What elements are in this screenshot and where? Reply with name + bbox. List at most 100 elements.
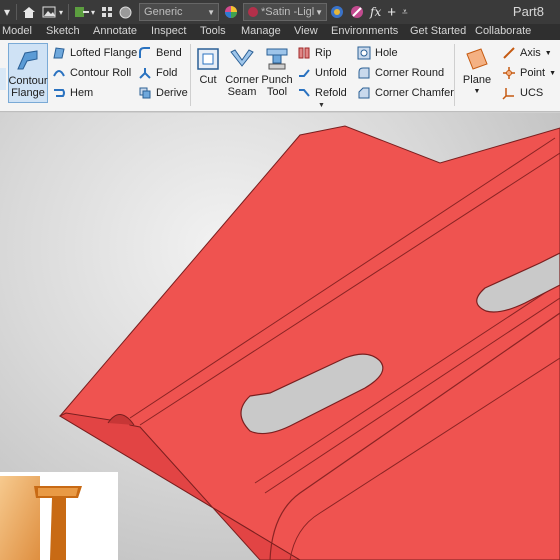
corner-chamfer-icon	[358, 87, 370, 99]
lofted-flange-button[interactable]: Lofted Flange	[52, 46, 137, 60]
punch-tool-label-2: Tool	[266, 86, 288, 98]
globe-icon[interactable]	[116, 2, 135, 22]
fx-label: fx	[370, 5, 382, 19]
fold-button[interactable]: Fold	[138, 66, 177, 80]
corner-seam-label-1: Corner	[225, 74, 259, 86]
appearance-value: *Satin -Ligl	[261, 6, 315, 18]
contour-flange-label-1: Contour	[8, 75, 48, 87]
face-button-partial[interactable]	[0, 68, 6, 90]
inventor-logo-icon	[0, 476, 82, 560]
rip-button[interactable]: Rip	[297, 46, 332, 60]
plane-label: Plane	[462, 74, 492, 86]
bend-button[interactable]: Bend	[138, 46, 182, 60]
chevron-down-icon: ▼	[207, 8, 216, 17]
corner-round-label: Corner Round	[375, 67, 445, 79]
fold-label: Fold	[156, 67, 178, 79]
unfold-label: Unfold	[315, 67, 347, 79]
unfold-button[interactable]: Unfold	[297, 66, 347, 80]
hole-label: Hole	[375, 47, 398, 59]
contour-flange-icon	[17, 50, 38, 70]
hole-button[interactable]: Hole	[357, 46, 398, 60]
grid-icon[interactable]	[98, 2, 116, 22]
ucs-icon	[502, 88, 514, 100]
point-dropdown-caret-icon: ▼	[549, 69, 557, 77]
tab-get-started[interactable]: Get Started	[410, 25, 466, 37]
derive-button[interactable]: Derive	[138, 86, 188, 100]
contour-roll-icon	[53, 70, 65, 77]
fold-icon	[139, 68, 151, 79]
home-icon[interactable]	[19, 2, 39, 22]
punch-tool-button[interactable]: Punch Tool	[261, 46, 293, 98]
punch-tool-label-1: Punch	[261, 74, 293, 86]
tab-environments[interactable]: Environments	[331, 25, 398, 37]
corner-seam-label-2: Seam	[227, 86, 257, 98]
toolbar-separator	[68, 4, 70, 20]
derive-label: Derive	[156, 87, 188, 99]
axis-button[interactable]: Axis ▼	[502, 46, 552, 60]
corner-round-icon	[358, 67, 370, 79]
material-value: Generic	[144, 6, 183, 18]
axis-icon	[503, 47, 515, 59]
ribbon-tabs: Model Sketch Annotate Inspect Tools Mana…	[0, 24, 560, 40]
inventor-logo	[0, 472, 118, 560]
panel-separator	[454, 44, 455, 106]
unfold-icon	[299, 69, 310, 77]
tab-model[interactable]: Model	[2, 25, 32, 37]
contour-flange-label-2: Flange	[11, 87, 45, 99]
ucs-button[interactable]: UCS	[502, 86, 543, 100]
punch-tool-icon	[266, 48, 288, 70]
refold-dropdown-caret-icon[interactable]: ▼	[318, 102, 325, 109]
axis-dropdown-caret-icon: ▼	[544, 49, 552, 57]
color-wheel-icon[interactable]	[221, 2, 241, 22]
tab-annotate[interactable]: Annotate	[93, 25, 137, 37]
tab-view[interactable]: View	[294, 25, 318, 37]
refold-icon	[299, 89, 310, 97]
material-dropdown[interactable]: Generic ▼	[139, 3, 220, 21]
contour-flange-button[interactable]: Contour Flange	[8, 43, 48, 103]
lofted-flange-icon	[53, 47, 65, 59]
document-title: Part8	[512, 4, 544, 19]
tab-tools[interactable]: Tools	[200, 25, 226, 37]
plus-icon[interactable]: +	[384, 2, 399, 22]
bend-icon	[139, 47, 150, 58]
fx-icon[interactable]: fx	[367, 2, 384, 22]
corner-seam-button[interactable]: Corner Seam	[225, 46, 259, 98]
hem-button[interactable]: Hem	[52, 86, 93, 100]
clear-appearance-icon[interactable]	[347, 2, 367, 22]
hem-label: Hem	[70, 87, 94, 99]
contour-roll-button[interactable]: Contour Roll	[52, 66, 131, 80]
customize-icon[interactable]: ⩡	[399, 2, 411, 22]
corner-chamfer-button[interactable]: Corner Chamfer	[357, 86, 454, 100]
chevron-down-icon: ▼	[315, 8, 324, 17]
hem-icon	[54, 89, 65, 97]
adjust-appearance-icon[interactable]	[327, 2, 347, 22]
tab-inspect[interactable]: Inspect	[151, 25, 186, 37]
dropdown-caret-icon[interactable]: ▾	[0, 2, 14, 22]
cut-label: Cut	[199, 74, 217, 86]
plane-button[interactable]: Plane ▼	[460, 46, 494, 98]
toolbar-separator	[16, 4, 17, 20]
plane-icon	[466, 48, 488, 70]
cut-button[interactable]: Cut	[194, 46, 222, 86]
bend-label: Bend	[156, 47, 182, 59]
ucs-label: UCS	[520, 87, 544, 99]
panel-separator	[190, 44, 191, 106]
axis-label: Axis	[520, 47, 541, 59]
tab-manage[interactable]: Manage	[241, 25, 281, 37]
tab-collaborate[interactable]: Collaborate	[475, 25, 531, 37]
refold-button[interactable]: Refold	[297, 86, 347, 100]
corner-seam-icon	[230, 49, 254, 67]
return-icon[interactable]: ▾	[71, 2, 98, 22]
corner-round-button[interactable]: Corner Round	[357, 66, 444, 80]
tab-sketch[interactable]: Sketch	[46, 25, 80, 37]
rip-icon	[298, 47, 310, 59]
contour-roll-label: Contour Roll	[70, 67, 132, 79]
point-button[interactable]: Point ▼	[502, 66, 556, 80]
appearance-dropdown[interactable]: *Satin -Ligl ▼	[243, 3, 328, 21]
point-icon	[503, 67, 515, 79]
quick-access-toolbar: ▾ ▾ ▾ Generic ▼ *Satin -Ligl ▼ fx + ⩡ Pa…	[0, 0, 560, 24]
image-icon[interactable]: ▾	[39, 2, 66, 22]
refold-label: Refold	[315, 87, 347, 99]
ribbon-panel: Contour Flange Lofted Flange Contour Rol…	[0, 40, 560, 112]
corner-chamfer-label: Corner Chamfer	[375, 87, 454, 99]
